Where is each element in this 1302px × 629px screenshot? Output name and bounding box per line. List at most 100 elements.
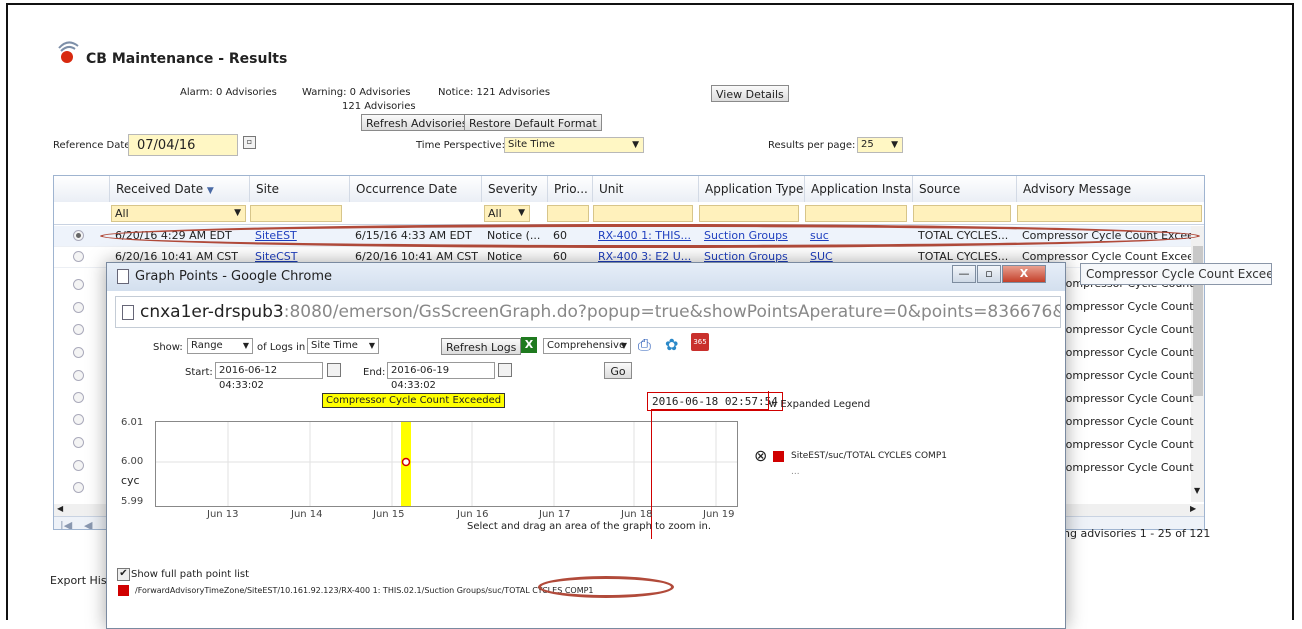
minimize-button[interactable]: — xyxy=(952,265,976,283)
legend-series-label: SiteEST/suc/TOTAL CYCLES COMP1 xyxy=(791,451,947,461)
url-host: cnxa1er-drspub3 xyxy=(140,302,284,322)
advisory-message-filter[interactable] xyxy=(1017,205,1202,222)
logs-time-select[interactable]: Site Time ▼ xyxy=(307,338,379,354)
chevron-down-icon: ▼ xyxy=(518,208,525,218)
event-label: Compressor Cycle Count Exceeded xyxy=(322,393,506,408)
time-perspective-select[interactable]: Site Time ▼ xyxy=(504,137,644,153)
calendar-icon[interactable] xyxy=(498,363,512,377)
url-path: :8080/emerson/GsScreenGraph.do?popup=tru… xyxy=(283,302,1060,322)
column-header-occurrence-date[interactable]: Occurrence Date xyxy=(349,176,481,202)
export-history-label[interactable]: Export Hist xyxy=(50,574,111,587)
cursor-connector-line xyxy=(651,409,769,410)
show-select[interactable]: Range ▼ xyxy=(187,338,253,354)
site-filter[interactable] xyxy=(250,205,342,222)
maximize-button[interactable]: ▫ xyxy=(977,265,1001,283)
row-select-radio[interactable] xyxy=(73,437,84,448)
x-tick-label: Jun 17 xyxy=(539,509,571,520)
scroll-down-icon[interactable]: ▼ xyxy=(1194,486,1200,495)
window-title: Graph Points - Google Chrome xyxy=(135,269,332,284)
received-date-filter[interactable]: All ▼ xyxy=(111,205,246,222)
reference-date-input[interactable]: 07/04/16 xyxy=(128,134,238,156)
export-type-select[interactable]: Comprehensive ▼ xyxy=(543,338,631,354)
column-header-unit[interactable]: Unit xyxy=(592,176,698,202)
filter-value: All xyxy=(488,207,502,220)
graph-svg xyxy=(156,422,737,506)
list-item: Compressor Cycle Count Excee xyxy=(1058,346,1198,359)
y-tick-label: 5.99 xyxy=(121,496,144,507)
unit-filter[interactable] xyxy=(593,205,693,222)
go-button[interactable]: Go xyxy=(604,362,632,379)
calendar-icon[interactable]: ▫ xyxy=(243,136,256,149)
highlight-ellipse xyxy=(100,224,1200,248)
calendar-365-icon[interactable]: 365 xyxy=(691,333,709,351)
application-instance-filter[interactable] xyxy=(805,205,907,222)
row-select-radio[interactable] xyxy=(73,279,84,290)
excel-icon[interactable]: X xyxy=(521,337,537,353)
application-type-filter[interactable] xyxy=(699,205,799,222)
x-tick-label: Jun 14 xyxy=(291,509,323,520)
row-select-radio[interactable] xyxy=(73,347,84,358)
column-header-advisory-message[interactable]: Advisory Message xyxy=(1016,176,1204,202)
row-select-radio[interactable] xyxy=(73,370,84,381)
show-full-path-checkbox[interactable]: ✔ xyxy=(117,568,130,581)
settings-icon[interactable]: ✿ xyxy=(665,335,678,354)
start-label: Start: xyxy=(185,367,213,378)
results-per-page-value: 25 xyxy=(861,139,874,150)
row-select-radio[interactable] xyxy=(73,324,84,335)
list-item: Compressor Cycle Count Excee xyxy=(1058,438,1198,451)
cursor-connector-line xyxy=(768,391,769,409)
scroll-left-icon[interactable]: ◀ xyxy=(57,504,63,513)
export-type-value: Comprehensive xyxy=(547,340,626,351)
data-point[interactable] xyxy=(401,457,411,467)
y-tick-label: 6.00 xyxy=(121,456,144,467)
grid-header: Received Date ▼ Site Occurrence Date Sev… xyxy=(54,176,1204,203)
advisory-tooltip: Compressor Cycle Count Exceed xyxy=(1080,263,1272,285)
print-icon[interactable]: ⎙ xyxy=(638,335,651,355)
scroll-right-icon[interactable]: ▶ xyxy=(1190,504,1196,513)
column-header-site[interactable]: Site xyxy=(249,176,349,202)
row-select-radio[interactable] xyxy=(73,251,84,262)
results-per-page-select[interactable]: 25 ▼ xyxy=(857,137,903,153)
close-button[interactable]: X xyxy=(1002,265,1046,283)
y-axis-unit: cyc xyxy=(121,474,140,487)
column-header-received-date[interactable]: Received Date ▼ xyxy=(109,176,249,202)
row-select-radio[interactable] xyxy=(73,302,84,313)
page-title: CB Maintenance - Results xyxy=(86,51,288,67)
end-input[interactable]: 2016-06-19 04:33:02 xyxy=(387,362,495,391)
remove-series-icon[interactable]: ⊗ xyxy=(754,448,767,464)
y-tick-label: 6.01 xyxy=(121,417,144,428)
prev-page-icon[interactable]: ◀ xyxy=(84,519,92,529)
row-select-radio[interactable] xyxy=(73,414,84,425)
window-title-bar[interactable]: Graph Points - Google Chrome — ▫ X xyxy=(107,263,1065,291)
calendar-icon[interactable] xyxy=(327,363,341,377)
row-select-radio[interactable] xyxy=(73,482,84,493)
column-header-source[interactable]: Source xyxy=(912,176,1016,202)
priority-filter[interactable] xyxy=(547,205,589,222)
x-tick-label: Jun 13 xyxy=(207,509,239,520)
column-header-application-instance[interactable]: Application Insta... xyxy=(804,176,912,202)
start-input[interactable]: 2016-06-12 04:33:02 xyxy=(215,362,323,391)
expanded-legend-link[interactable]: w Expanded Legend xyxy=(769,399,870,410)
source-filter[interactable] xyxy=(913,205,1011,222)
x-tick-label: Jun 19 xyxy=(703,509,735,520)
column-header-severity[interactable]: Severity xyxy=(481,176,547,202)
list-item: Compressor Cycle Count Excee xyxy=(1058,392,1198,405)
app-logo-icon xyxy=(56,36,82,64)
severity-filter[interactable]: All ▼ xyxy=(484,205,530,222)
column-header-priority[interactable]: Prio... xyxy=(547,176,592,202)
path-color-swatch xyxy=(118,585,129,596)
restore-default-format-button[interactable]: Restore Default Format xyxy=(464,114,602,131)
refresh-logs-button[interactable]: Refresh Logs xyxy=(441,338,522,355)
first-page-icon[interactable]: |◀ xyxy=(60,519,72,529)
address-bar[interactable]: cnxa1er-drspub3:8080/emerson/GsScreenGra… xyxy=(115,296,1061,328)
chevron-down-icon: ▼ xyxy=(620,341,627,350)
alarm-count: Alarm: 0 Advisories xyxy=(180,87,277,98)
refresh-advisories-button[interactable]: Refresh Advisories xyxy=(361,114,473,131)
row-select-radio[interactable] xyxy=(73,460,84,471)
row-select-radio[interactable] xyxy=(73,230,84,241)
view-details-button[interactable]: View Details xyxy=(711,85,789,102)
chevron-down-icon: ▼ xyxy=(891,140,898,150)
column-header-application-type[interactable]: Application Type xyxy=(698,176,804,202)
row-select-radio[interactable] xyxy=(73,392,84,403)
notice-count: Notice: 121 Advisories xyxy=(438,87,551,98)
